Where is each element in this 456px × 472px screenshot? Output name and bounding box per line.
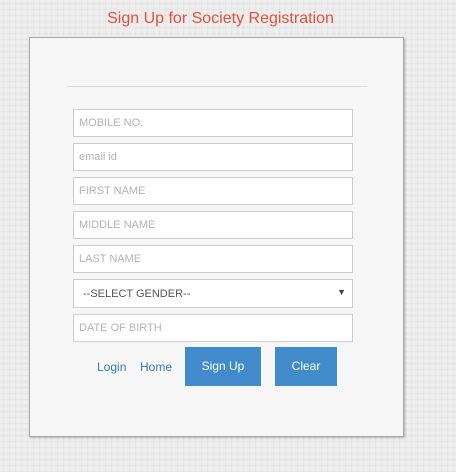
chevron-down-icon: ▼ [337,287,346,297]
sign-up-button[interactable]: Sign Up [185,347,261,386]
last-name-input[interactable] [73,245,353,273]
gender-select-value: --SELECT GENDER-- [83,288,191,300]
login-link[interactable]: Login [97,360,126,374]
middle-name-input[interactable] [73,211,353,239]
page-title: Sign Up for Society Registration [107,10,334,27]
clear-button[interactable]: Clear [275,347,337,386]
first-name-input[interactable] [73,177,353,205]
mobile-input[interactable] [73,109,353,137]
email-input[interactable] [73,143,353,171]
date-of-birth-input[interactable] [73,314,353,342]
divider [67,86,367,87]
gender-select[interactable]: --SELECT GENDER-- ▼ [73,279,353,308]
home-link[interactable]: Home [140,360,172,374]
signup-card: --SELECT GENDER-- ▼ Login Home Sign Up C… [29,37,404,437]
